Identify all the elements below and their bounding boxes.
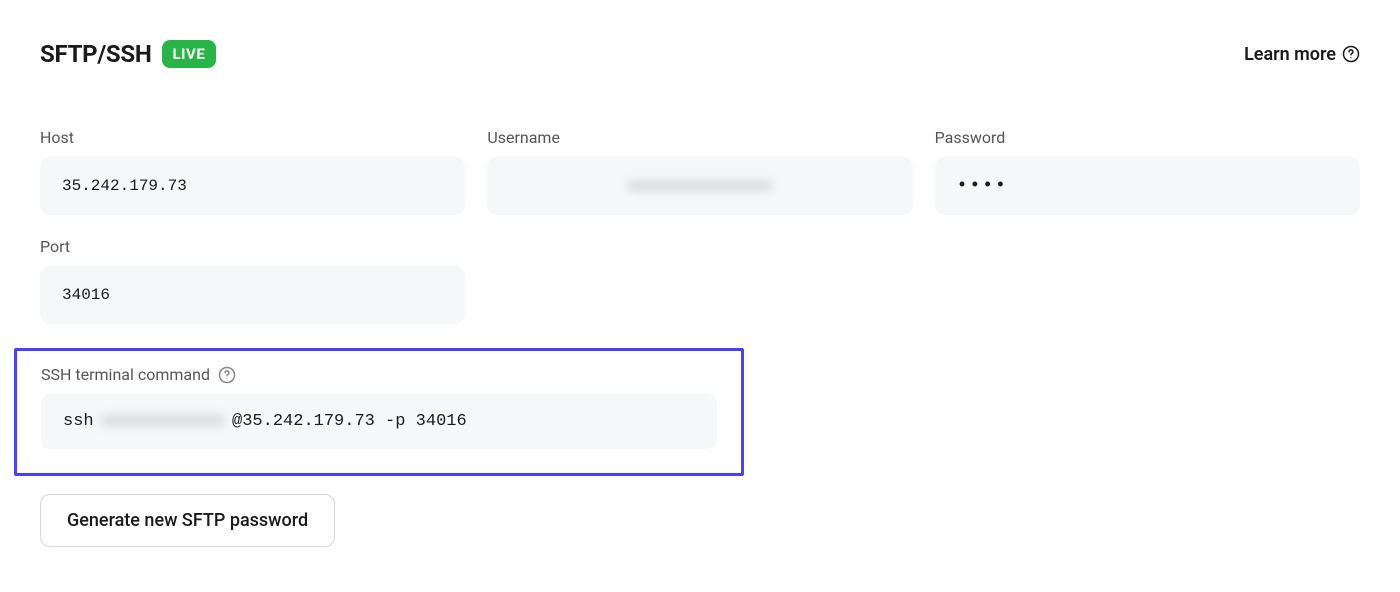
username-masked: xxxxxxxxxxxxxxx xyxy=(509,177,890,195)
password-masked: •••• xyxy=(957,176,1008,196)
host-label: Host xyxy=(40,128,465,147)
ssh-prefix: ssh xyxy=(63,412,94,431)
username-value[interactable]: xxxxxxxxxxxxxxx xyxy=(487,157,912,215)
page-title: SFTP/SSH xyxy=(40,40,152,68)
username-field: Username xxxxxxxxxxxxxxx xyxy=(487,128,912,215)
fields-grid: Host 35.242.179.73 Username xxxxxxxxxxxx… xyxy=(40,128,1360,324)
learn-more-label: Learn more xyxy=(1244,44,1336,65)
password-label: Password xyxy=(935,128,1360,147)
generate-password-button[interactable]: Generate new SFTP password xyxy=(40,494,335,547)
ssh-suffix: @35.242.179.73 -p 34016 xyxy=(232,412,467,431)
ssh-label-row: SSH terminal command xyxy=(41,365,717,384)
help-icon xyxy=(1342,45,1360,63)
ssh-command-value[interactable]: ssh xxxxxxxxxxxx @35.242.179.73 -p 34016 xyxy=(41,394,717,449)
ssh-command-block: SSH terminal command ssh xxxxxxxxxxxx @3… xyxy=(14,348,744,476)
host-field: Host 35.242.179.73 xyxy=(40,128,465,215)
password-value[interactable]: •••• xyxy=(935,157,1360,215)
username-label: Username xyxy=(487,128,912,147)
password-field: Password •••• xyxy=(935,128,1360,215)
port-field: Port 34016 xyxy=(40,237,465,324)
host-value[interactable]: 35.242.179.73 xyxy=(40,157,465,215)
header-left: SFTP/SSH LIVE xyxy=(40,40,216,68)
page-header: SFTP/SSH LIVE Learn more xyxy=(40,40,1360,68)
learn-more-link[interactable]: Learn more xyxy=(1244,44,1360,65)
port-value[interactable]: 34016 xyxy=(40,266,465,324)
ssh-command-label: SSH terminal command xyxy=(41,365,210,384)
ssh-username-masked: xxxxxxxxxxxx xyxy=(102,412,224,431)
live-badge: LIVE xyxy=(162,40,217,68)
help-icon[interactable] xyxy=(218,366,236,384)
port-label: Port xyxy=(40,237,465,256)
